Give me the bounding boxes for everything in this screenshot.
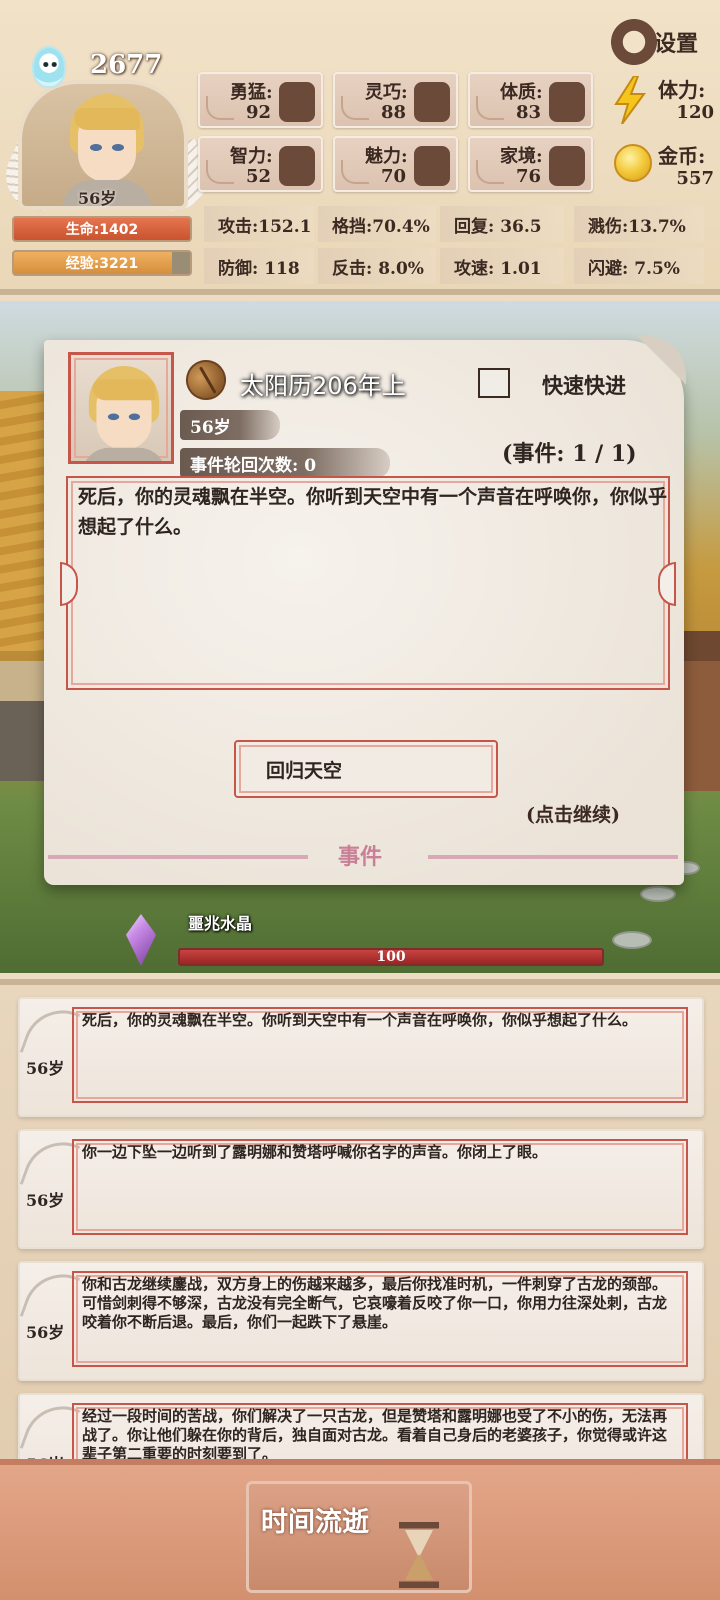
settings-label: 设置	[654, 32, 699, 57]
log-entry-age: 56岁	[26, 1323, 65, 1342]
life-bar: 生命:1402	[12, 216, 192, 242]
muscle-arm-icon	[549, 82, 585, 122]
combat-dodge: 闪避: 7.5%	[574, 248, 704, 284]
choice-return-sky-button[interactable]: 回归天空	[234, 740, 498, 798]
log-entry-age: 56岁	[26, 1451, 64, 1459]
time-pass-label: 时间流逝	[261, 1507, 369, 1538]
event-text: 死后，你的灵魂飘在半空。你听到天空中有一个声音在呼唤你，你似乎想起了什么。	[78, 486, 668, 538]
hand-icon	[414, 82, 450, 122]
log-entry: 56岁 经过一段时间的苦战，你们解决了一只古龙，但是赞塔和露明娜也受了不小的伤，…	[18, 1393, 704, 1459]
attribute-bravery[interactable]: 勇猛: 92	[198, 72, 323, 128]
attribute-agility[interactable]: 灵巧: 88	[333, 72, 458, 128]
fast-forward-label[interactable]: 快速快进	[542, 370, 626, 400]
time-pass-button[interactable]: 时间流逝	[246, 1481, 472, 1593]
log-entry-text: 你和古龙继续鏖战，双方身上的伤越来越多，最后你找准时机，一件刺穿了古龙的颈部。可…	[82, 1275, 668, 1331]
combat-splash: 溅伤:13.7%	[574, 206, 704, 242]
continue-hint[interactable]: (点击继续)	[526, 800, 620, 827]
attribute-family[interactable]: 家境: 76	[468, 136, 593, 192]
event-cycle-count: 事件轮回次数: 0	[180, 448, 390, 478]
event-ribbon: 事件	[48, 844, 678, 870]
attribute-intelligence[interactable]: 智力: 52	[198, 136, 323, 192]
flower-icon	[414, 146, 450, 186]
combat-attack-speed: 攻速: 1.01	[440, 248, 564, 284]
crystal-name: 噩兆水晶	[188, 914, 253, 933]
money-bag-icon	[549, 146, 585, 186]
event-age: 56岁	[180, 410, 280, 440]
log-entry: 56岁 你一边下坠一边听到了露明娜和赞塔呼喊你名字的声音。你闭上了眼。	[18, 1129, 704, 1249]
player-age: 56岁	[78, 189, 117, 208]
gold-resource: 金币: 557	[606, 138, 716, 198]
event-date: 太阳历206年上	[240, 372, 406, 400]
log-entry-age: 56岁	[26, 1191, 65, 1210]
life-value: 生命:1402	[65, 222, 139, 238]
brain-icon	[279, 146, 315, 186]
soul-icon	[32, 46, 66, 88]
log-entry-text: 经过一段时间的苦战，你们解决了一只古龙，但是赞塔和露明娜也受了不小的伤，无法再战…	[82, 1407, 668, 1459]
combat-defense: 防御: 118	[204, 248, 314, 284]
log-entry-text: 死后，你的灵魂飘在半空。你听到天空中有一个声音在呼唤你，你似乎想起了什么。	[82, 1011, 638, 1029]
attribute-constitution[interactable]: 体质: 83	[468, 72, 593, 128]
event-ribbon-label: 事件	[338, 844, 383, 870]
combat-block: 格挡:70.4%	[318, 206, 436, 242]
settings-button[interactable]: 设置	[608, 14, 716, 70]
log-entry: 56岁 死后，你的灵魂飘在半空。你听到天空中有一个声音在呼唤你，你似乎想起了什么…	[18, 997, 704, 1117]
stamina-resource: 体力: 120	[606, 72, 716, 132]
fist-icon	[279, 82, 315, 122]
bottom-bar: 时间流逝	[0, 1459, 720, 1600]
gear-icon	[608, 16, 660, 68]
experience-value: 经验:3221	[65, 256, 139, 272]
event-log[interactable]: 56岁 死后，你的灵魂飘在半空。你听到天空中有一个声音在呼唤你，你似乎想起了什么…	[0, 979, 720, 1459]
combat-recovery: 回复: 36.5	[440, 206, 564, 242]
hourglass-icon	[399, 1522, 439, 1588]
coin-icon	[614, 144, 652, 182]
log-entry-age: 56岁	[26, 1059, 65, 1078]
status-panel: 设置 2677 56岁 生命:1402 经验:3221 勇猛: 92 灵巧: 8…	[0, 0, 720, 295]
combat-attack: 攻击:152.1	[204, 206, 314, 242]
crystal-value: 100	[376, 949, 406, 965]
soul-points: 2677	[90, 50, 163, 80]
log-entry: 56岁 你和古龙继续鏖战，双方身上的伤越来越多，最后你找准时机，一件刺穿了古龙的…	[18, 1261, 704, 1381]
experience-bar: 经验:3221	[12, 250, 192, 276]
lightning-icon	[614, 76, 646, 124]
event-counter: (事件: 1 / 1)	[502, 441, 637, 467]
combat-counter: 反击: 8.0%	[318, 248, 436, 284]
log-entry-text: 你一边下坠一边听到了露明娜和赞塔呼喊你名字的声音。你闭上了眼。	[82, 1143, 548, 1161]
crystal-bar: 100	[178, 948, 604, 966]
fast-forward-checkbox[interactable]	[478, 368, 510, 398]
event-portrait	[68, 352, 174, 464]
attribute-charm[interactable]: 魅力: 70	[333, 136, 458, 192]
